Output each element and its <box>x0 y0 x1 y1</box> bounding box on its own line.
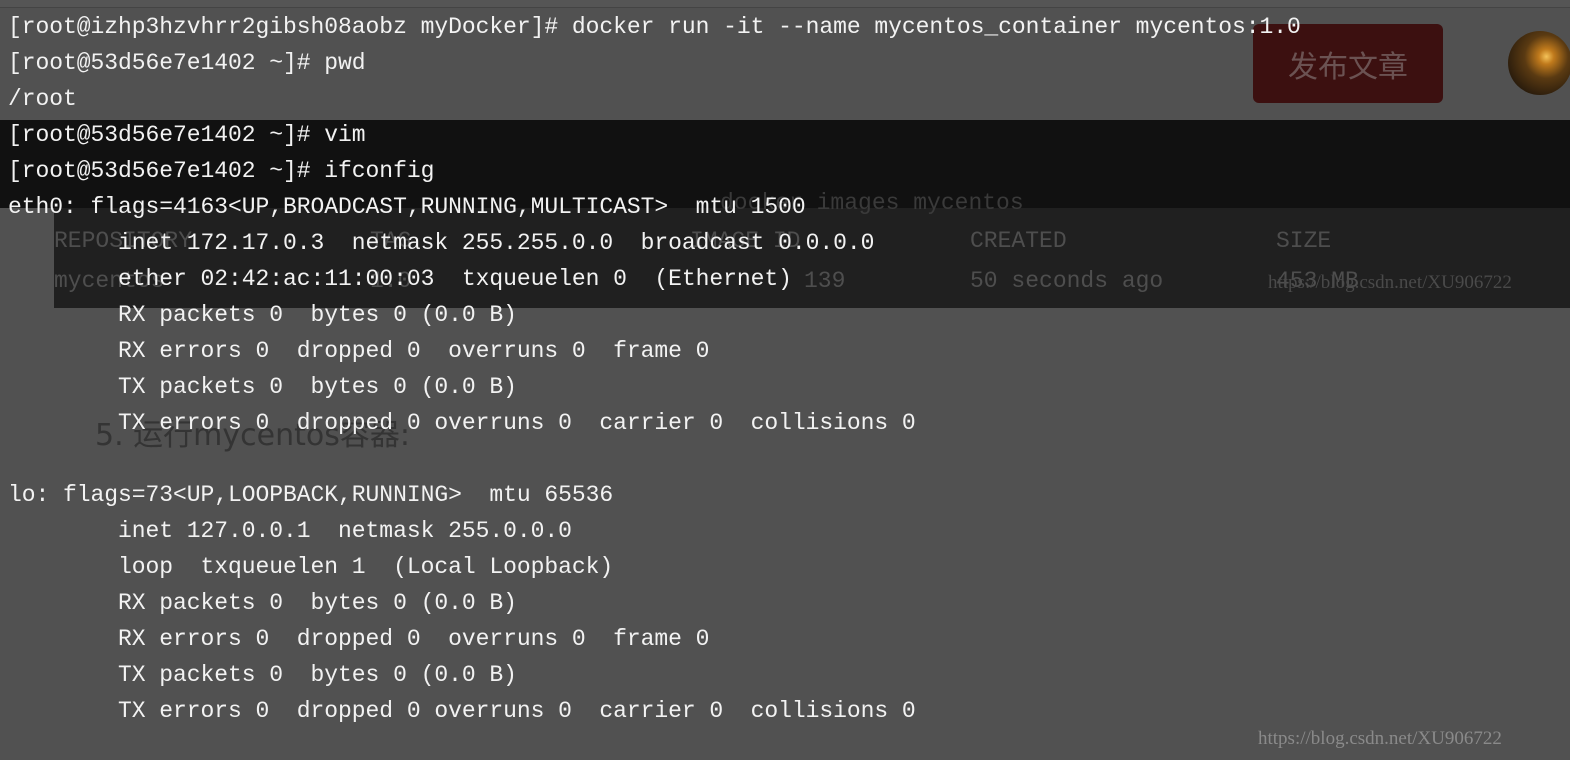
terminal-line: eth0: flags=4163<UP,BROADCAST,RUNNING,MU… <box>8 194 806 220</box>
terminal-line: TX errors 0 dropped 0 overruns 0 carrier… <box>8 698 916 724</box>
terminal-line: /root <box>8 86 77 112</box>
terminal-line: ether 02:42:ac:11:00:03 txqueuelen 0 (Et… <box>8 266 792 292</box>
terminal-line: [root@53d56e7e1402 ~]# vim <box>8 122 366 148</box>
terminal-line: loop txqueuelen 1 (Local Loopback) <box>8 554 614 580</box>
terminal-line: RX errors 0 dropped 0 overruns 0 frame 0 <box>8 626 710 652</box>
terminal-line: TX errors 0 dropped 0 overruns 0 carrier… <box>8 410 916 436</box>
terminal-output: [root@izhp3hzvhrr2gibsh08aobz myDocker]#… <box>8 9 1301 729</box>
terminal-line: lo: flags=73<UP,LOOPBACK,RUNNING> mtu 65… <box>8 482 614 508</box>
user-avatar[interactable] <box>1508 31 1570 95</box>
terminal-line: RX packets 0 bytes 0 (0.0 B) <box>8 302 517 328</box>
terminal-line: [root@izhp3hzvhrr2gibsh08aobz myDocker]#… <box>8 14 1301 40</box>
top-divider <box>0 0 1570 8</box>
terminal-line: TX packets 0 bytes 0 (0.0 B) <box>8 662 517 688</box>
terminal-line: RX packets 0 bytes 0 (0.0 B) <box>8 590 517 616</box>
watermark-image: https://blog.csdn.net/XU906722 <box>1268 272 1512 293</box>
terminal-line: inet 172.17.0.3 netmask 255.255.0.0 broa… <box>8 230 875 256</box>
watermark: https://blog.csdn.net/XU906722 <box>1258 728 1502 749</box>
terminal-line: TX packets 0 bytes 0 (0.0 B) <box>8 374 517 400</box>
terminal-line: [root@53d56e7e1402 ~]# ifconfig <box>8 158 435 184</box>
terminal-line: [root@53d56e7e1402 ~]# pwd <box>8 50 366 76</box>
terminal-line: RX errors 0 dropped 0 overruns 0 frame 0 <box>8 338 710 364</box>
terminal-line: inet 127.0.0.1 netmask 255.0.0.0 <box>8 518 572 544</box>
